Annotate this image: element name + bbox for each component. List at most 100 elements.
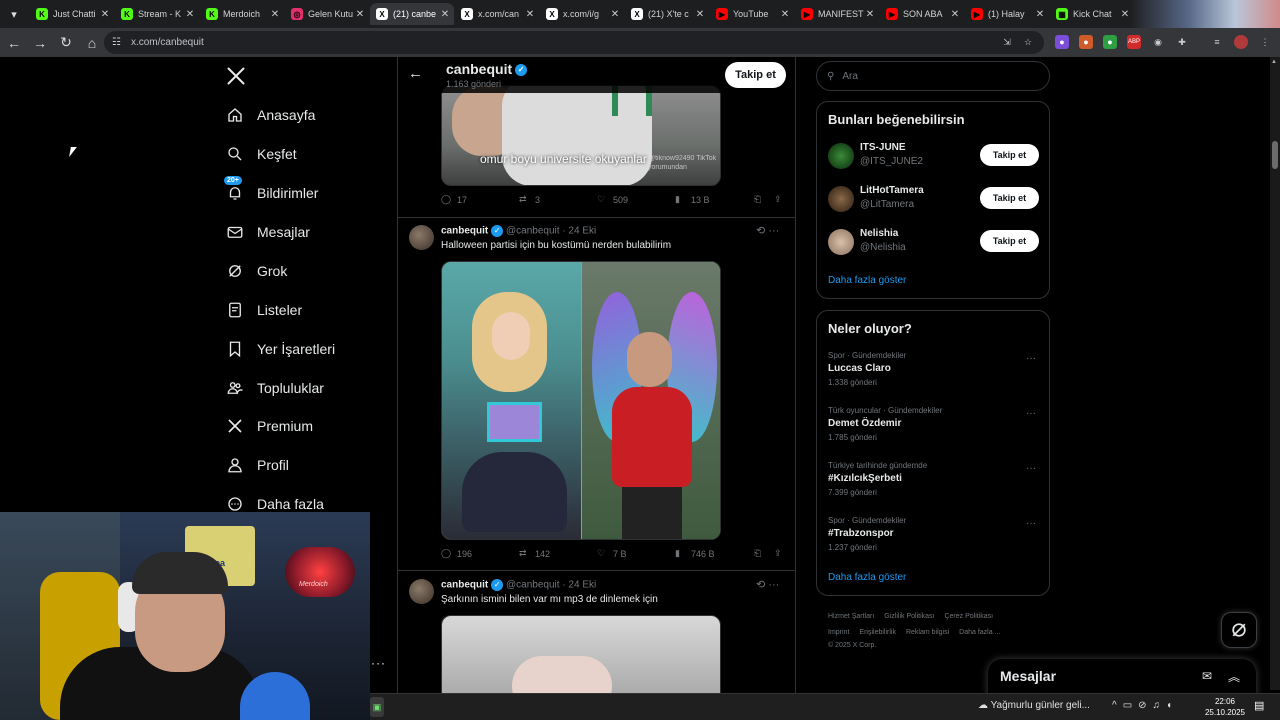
tray-icon[interactable]: ⊘ [1138, 700, 1152, 711]
close-icon[interactable]: ✕ [355, 9, 365, 20]
footer-link[interactable]: Imprint [828, 629, 849, 636]
more-dots-icon[interactable]: ··· [371, 656, 386, 670]
forward-arrow-icon[interactable]: → [28, 31, 52, 55]
chevron-up-icon[interactable]: ︽ [1228, 668, 1240, 685]
close-icon[interactable]: ✕ [780, 9, 790, 20]
tweet-image[interactable] [441, 261, 721, 540]
browser-tab[interactable]: K Just Chatti ✕ [30, 3, 114, 25]
page-scrollbar[interactable]: ▲ [1270, 57, 1280, 690]
mic-icon[interactable]: ♫ [1153, 700, 1167, 711]
extension-icon[interactable]: ● [1079, 35, 1093, 49]
reply-button[interactable]: ◯ 196 [441, 548, 472, 560]
more-dots-icon[interactable]: ··· [768, 579, 779, 591]
repost-button[interactable]: ⇄ 3 [519, 194, 540, 206]
speaker-icon[interactable]: ◖ [1166, 700, 1178, 711]
avatar[interactable] [828, 229, 854, 255]
show-more-link[interactable]: Daha fazla göster [828, 275, 906, 286]
footer-link[interactable]: Daha fazla ... [959, 629, 1000, 636]
close-icon[interactable]: ✕ [695, 9, 705, 20]
tray-icon[interactable]: ▭ [1123, 700, 1138, 711]
adblock-icon[interactable]: ABP [1127, 35, 1141, 49]
footer-link[interactable]: Gizlilik Politikası [884, 613, 934, 620]
trend-item[interactable]: Spor · Gündemdekiler #Trabzonspor 1.237 gö… [828, 516, 1040, 556]
follow-button[interactable]: Takip et [980, 144, 1039, 166]
views-button[interactable]: ▮ 13 B [675, 194, 710, 206]
more-dots-icon[interactable]: ··· [768, 225, 779, 237]
nav-item-x-premium[interactable]: Premium [226, 412, 313, 440]
grok-icon[interactable]: ⟲ [756, 579, 765, 591]
nav-item-list[interactable]: Listeler [226, 296, 302, 324]
browser-tab[interactable]: ▶ (1) Halay ✕ [965, 3, 1049, 25]
nav-item-bookmark[interactable]: Yer İşaretleri [226, 335, 335, 363]
bookmark-icon[interactable]: ⎗ [754, 548, 761, 559]
follow-button[interactable]: Takip et [980, 187, 1039, 209]
follow-button[interactable]: Takip et [725, 62, 786, 88]
close-icon[interactable]: ✕ [865, 9, 875, 20]
close-icon[interactable]: ✕ [1120, 9, 1130, 20]
tab-search-icon[interactable]: ▾ [4, 4, 24, 24]
more-dots-icon[interactable]: ··· [1026, 518, 1036, 529]
browser-tab[interactable]: K Stream - K ✕ [115, 3, 199, 25]
browser-tab[interactable]: ▶ YouTube ✕ [710, 3, 794, 25]
extension-icon[interactable]: ● [1055, 35, 1069, 49]
close-icon[interactable]: ✕ [525, 9, 535, 20]
chevron-up-icon[interactable]: ^ [1112, 700, 1123, 711]
address-bar[interactable]: ☷ x.com/canbequit [104, 31, 1044, 54]
kebab-menu-icon[interactable]: ⋮ [1258, 35, 1272, 49]
close-icon[interactable]: ✕ [950, 9, 960, 20]
back-arrow-icon[interactable]: ← [2, 31, 26, 55]
nav-item-communities[interactable]: Topluluklar [226, 374, 324, 402]
like-button[interactable]: ♡ 7 B [597, 548, 627, 560]
nav-item-mail[interactable]: Mesajlar [226, 218, 310, 246]
browser-tab[interactable]: K Merdoich ✕ [200, 3, 284, 25]
suggestion-row[interactable]: ITS-JUNE @ITS_JUNE2 Takip et [828, 142, 1040, 172]
tweet-video[interactable]: omur boyu universite okuyanlar @tiknow92… [441, 85, 721, 186]
shield-icon[interactable]: ● [1103, 35, 1117, 49]
avatar[interactable] [828, 186, 854, 212]
close-icon[interactable]: ✕ [100, 9, 110, 20]
taskbar-app-icon[interactable]: ▣ [370, 697, 384, 717]
extension-icon[interactable]: ◉ [1151, 35, 1165, 49]
views-button[interactable]: ▮ 746 B [675, 548, 715, 560]
site-info-icon[interactable]: ☷ [112, 37, 121, 48]
grok-fab-button[interactable] [1221, 612, 1257, 648]
back-arrow-icon[interactable]: ← [408, 65, 423, 82]
suggestion-row[interactable]: LitHotTamera @LitTamera Takip et [828, 185, 1040, 215]
avatar[interactable] [1234, 35, 1248, 49]
x-logo-icon[interactable] [226, 66, 246, 86]
tweet-author[interactable]: canbequit [441, 226, 488, 237]
browser-tab[interactable]: X (21) X'te c ✕ [625, 3, 709, 25]
suggestion-row[interactable]: Nelishia @Nelishia Takip et [828, 228, 1040, 258]
grok-icon[interactable]: ⟲ [756, 225, 765, 237]
notification-icon[interactable]: ▤ [1254, 699, 1264, 712]
close-icon[interactable]: ✕ [1035, 9, 1045, 20]
install-app-icon[interactable]: ⇲ [1000, 35, 1014, 49]
bookmark-star-icon[interactable]: ☆ [1021, 35, 1035, 49]
footer-link[interactable]: Erişilebilirlik [859, 629, 896, 636]
browser-tab[interactable]: X (21) canbe ✕ [370, 3, 454, 25]
close-icon[interactable]: ✕ [270, 9, 280, 20]
nav-item-home[interactable]: Anasayfa [226, 101, 315, 129]
browser-tab[interactable]: ▶ SON ABA ✕ [880, 3, 964, 25]
nav-item-grok[interactable]: Grok [226, 257, 287, 285]
clock[interactable]: 22:06 25.10.2025 [1200, 696, 1250, 718]
avatar[interactable] [828, 143, 854, 169]
tweet-date[interactable]: · 24 Eki [562, 580, 596, 591]
footer-link[interactable]: Çerez Politikası [944, 613, 993, 620]
tweet-date[interactable]: · 24 Eki [562, 226, 596, 237]
trend-item[interactable]: Spor · Gündemdekiler Luccas Claro 1.338 gö… [828, 351, 1040, 391]
repost-button[interactable]: ⇄ 142 [519, 548, 550, 560]
home-button-icon[interactable]: ⌂ [80, 31, 104, 55]
like-button[interactable]: ♡ 509 [597, 194, 628, 206]
scrollbar-thumb[interactable] [1272, 141, 1278, 169]
trend-item[interactable]: Türkiye tarihinde gündemde #KızılcıkŞerbe… [828, 461, 1040, 501]
share-icon[interactable]: ⇪ [774, 548, 782, 559]
browser-tab[interactable]: ▦ Kick Chat ✕ [1050, 3, 1134, 25]
bookmark-icon[interactable]: ⎗ [754, 194, 761, 205]
more-dots-icon[interactable]: ··· [1026, 408, 1036, 419]
scroll-up-icon[interactable]: ▲ [1271, 59, 1277, 65]
new-message-icon[interactable]: ✉ [1202, 669, 1212, 683]
avatar[interactable] [409, 225, 434, 250]
weather-widget[interactable]: ☁ Yağmurlu günler geli... [978, 700, 1090, 711]
reading-list-icon[interactable]: ≡ [1210, 35, 1224, 49]
